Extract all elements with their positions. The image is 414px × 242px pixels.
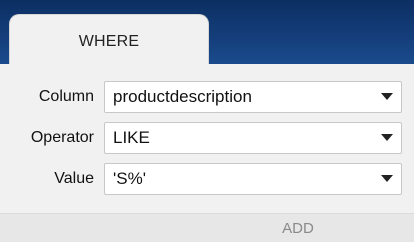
value-row: Value 'S%'	[0, 162, 414, 196]
chevron-down-icon[interactable]	[373, 123, 401, 153]
tab-strip: WHERE	[0, 0, 414, 68]
footer-bar: ADD	[0, 213, 414, 242]
operator-row: Operator LIKE	[0, 121, 414, 155]
column-select[interactable]: productdescription	[104, 81, 402, 113]
column-label: Column	[38, 88, 94, 105]
operator-value: LIKE	[113, 128, 150, 147]
value-label: Value	[54, 170, 94, 187]
operator-label: Operator	[30, 129, 94, 146]
column-value: productdescription	[113, 87, 252, 106]
column-row: Column productdescription	[0, 80, 414, 114]
add-button[interactable]: ADD	[258, 219, 338, 239]
operator-select[interactable]: LIKE	[104, 122, 402, 154]
value-value: 'S%'	[113, 169, 146, 188]
chevron-down-icon[interactable]	[373, 164, 401, 194]
tab-where[interactable]: WHERE	[9, 14, 209, 68]
chevron-down-icon[interactable]	[373, 82, 401, 112]
value-select[interactable]: 'S%'	[104, 163, 402, 195]
tab-where-label: WHERE	[78, 32, 140, 50]
